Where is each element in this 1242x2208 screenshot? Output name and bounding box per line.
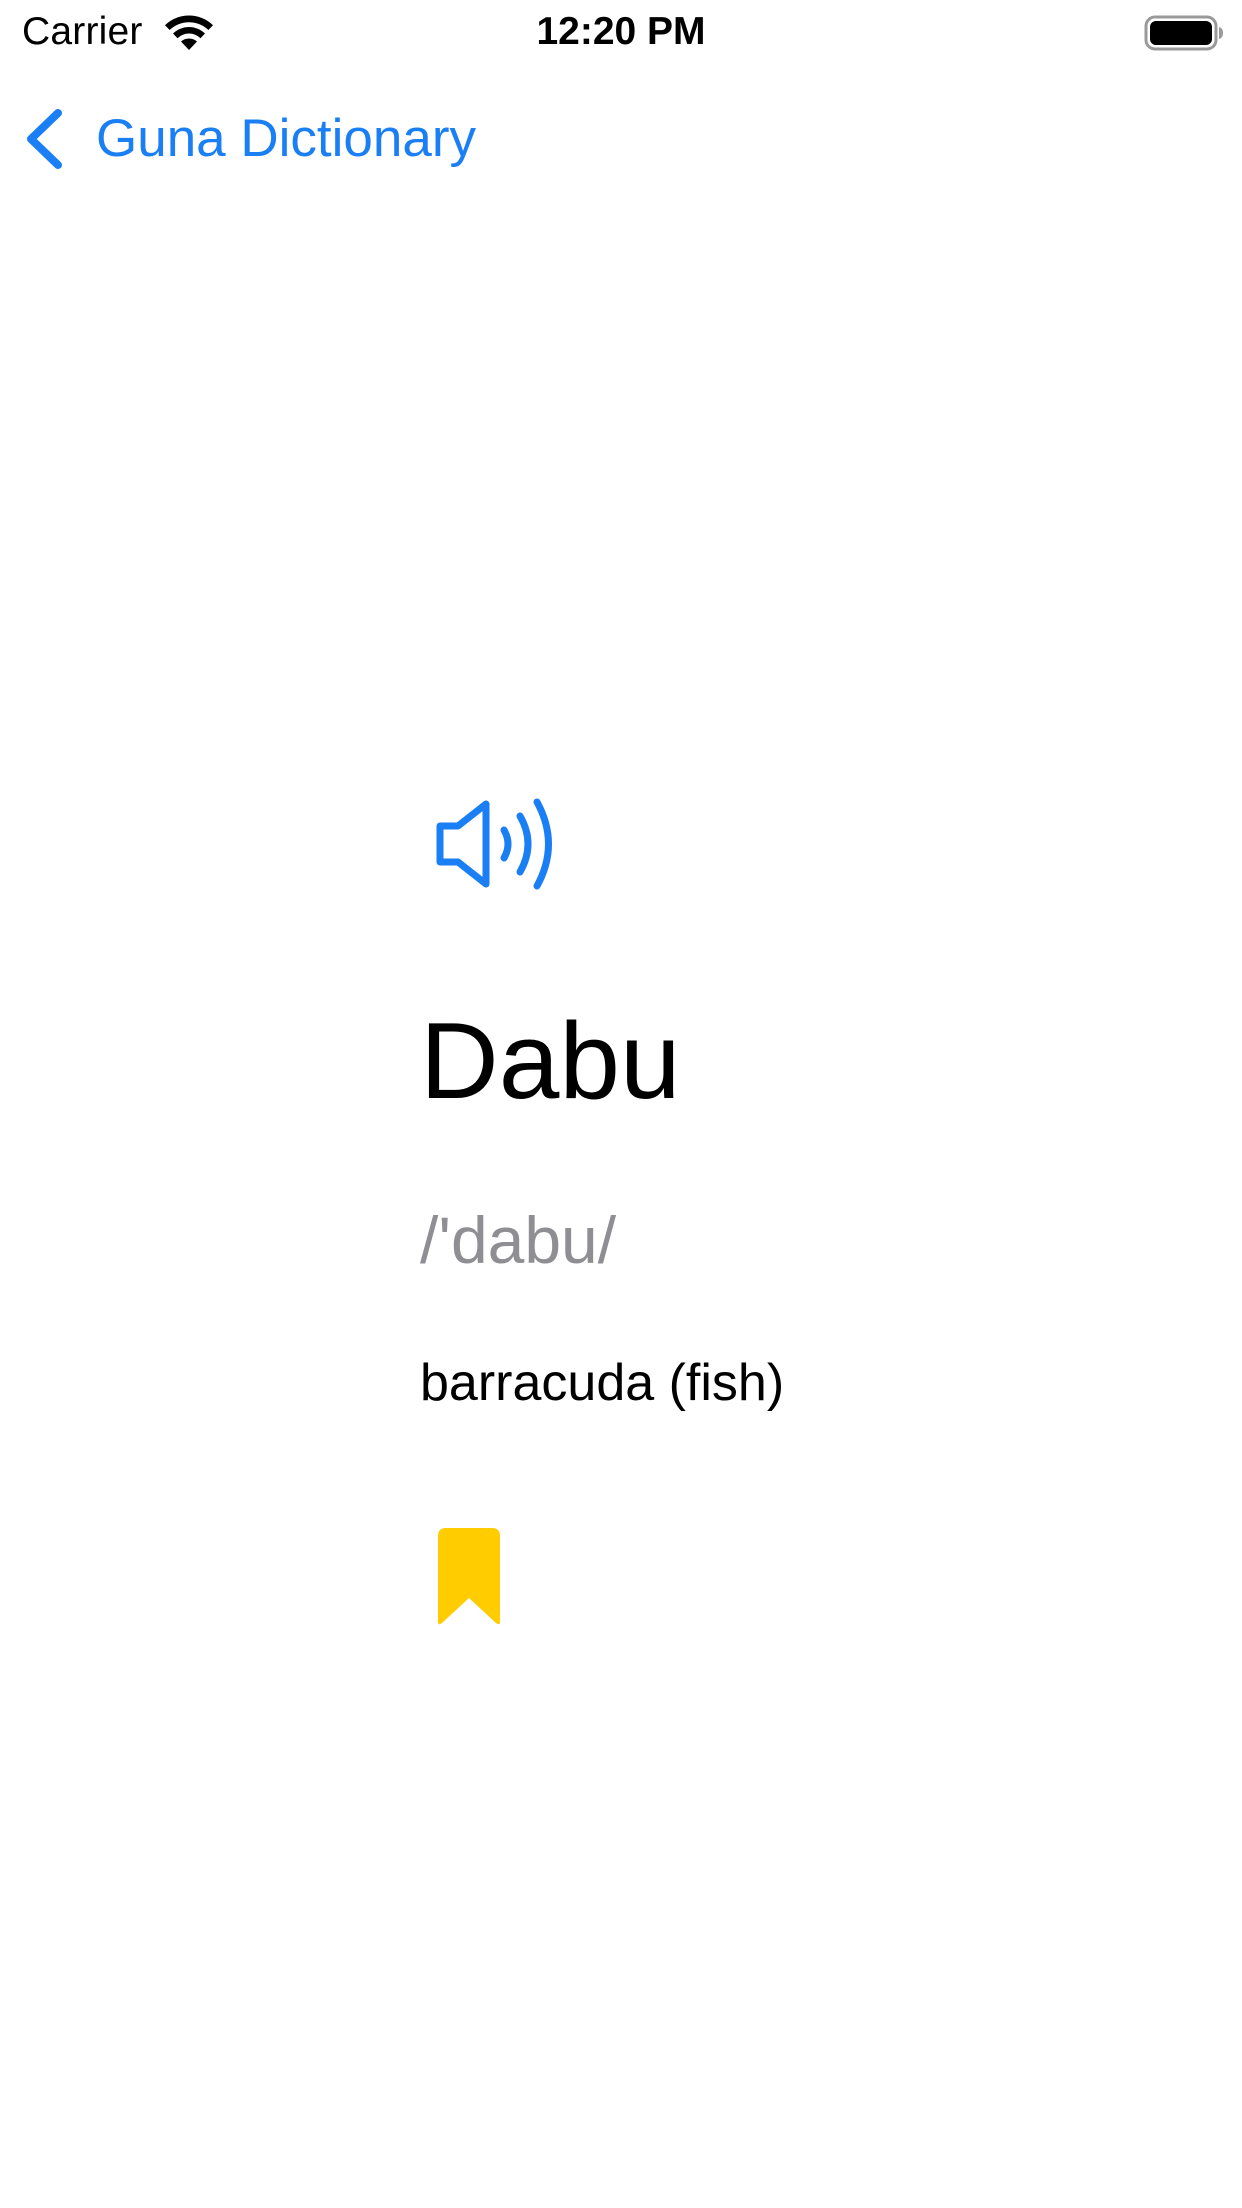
bookmark-filled-icon[interactable] — [436, 1526, 502, 1628]
navigation-bar: Guna Dictionary — [0, 66, 1242, 198]
entry-definition: barracuda (fish) — [420, 1354, 785, 1412]
battery-full-icon — [1144, 15, 1223, 51]
word-detail-screen: Carrier 12:20 PM Guna Dictionary Dabu /'… — [0, 0, 1242, 2208]
entry-phonetic: /'dabu/ — [420, 1203, 617, 1277]
entry-word: Dabu — [420, 1000, 681, 1122]
status-time: 12:20 PM — [536, 10, 706, 53]
back-button[interactable]: Guna Dictionary — [22, 106, 476, 172]
speaker-wave-icon[interactable] — [432, 796, 562, 892]
back-button-label: Guna Dictionary — [96, 109, 477, 168]
chevron-left-icon — [27, 109, 62, 169]
status-bar: Carrier 12:20 PM — [0, 0, 1242, 66]
